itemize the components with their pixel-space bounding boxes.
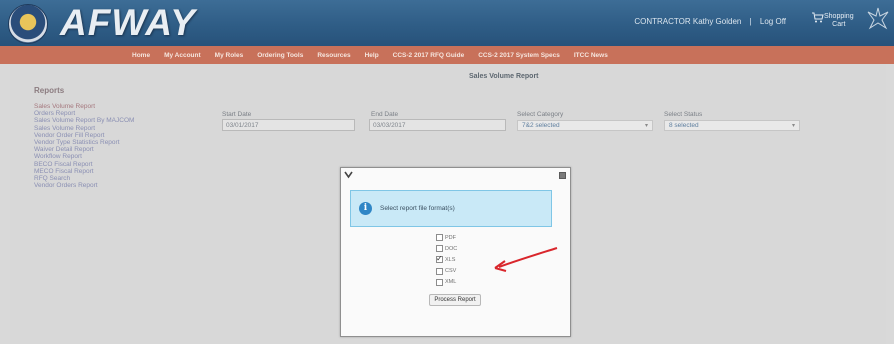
header-bar: AFWAY CONTRACTOR Kathy Golden | Log Off … (0, 0, 894, 46)
nav-item-resources[interactable]: Resources (317, 52, 350, 59)
cart-label-line1: Shopping (824, 13, 854, 20)
format-label-xls: XLS (445, 256, 456, 263)
category-select[interactable]: 7&2 selected ▾ (517, 120, 653, 131)
format-option-pdf[interactable]: PDF (436, 232, 457, 243)
chevron-down-icon: ▾ (791, 123, 795, 129)
cart-label-line2: Cart (832, 21, 846, 28)
nav-items: Home My Account My Roles Ordering Tools … (132, 46, 622, 64)
report-link-vendor-orders[interactable]: Vendor Orders Report (34, 182, 134, 189)
category-value: 7&2 selected (522, 122, 560, 129)
format-option-doc[interactable]: DOC (436, 243, 457, 254)
report-list: Sales Volume Report Orders Report Sales … (34, 103, 134, 189)
nav-item-system-specs[interactable]: CCS-2 2017 System Specs (478, 52, 560, 59)
format-label-pdf: PDF (445, 234, 456, 241)
chevron-down-icon[interactable] (344, 170, 353, 179)
nav-item-rfq-guide[interactable]: CCS-2 2017 RFQ Guide (393, 52, 465, 59)
category-label: Select Category (517, 111, 564, 118)
report-link-workflow[interactable]: Workflow Report (34, 153, 134, 160)
report-link-sales-volume-majcom[interactable]: Sales Volume Report By MAJCOM (34, 117, 134, 124)
report-link-waiver-detail[interactable]: Waiver Detail Report (34, 146, 134, 153)
nav-item-help[interactable]: Help (365, 52, 379, 59)
checkbox-csv[interactable] (436, 267, 443, 275)
page-title: Sales Volume Report (469, 73, 539, 80)
format-option-xml[interactable]: XML (436, 277, 457, 288)
user-area: CONTRACTOR Kathy Golden | Log Off (634, 17, 786, 26)
chevron-down-icon: ▾ (644, 123, 648, 129)
info-icon: i (359, 202, 372, 215)
checkbox-doc[interactable] (436, 245, 443, 253)
separator: | (749, 17, 752, 26)
reports-heading: Reports (34, 86, 65, 95)
nav-item-my-account[interactable]: My Account (164, 52, 201, 59)
arrow-annotation-icon (494, 247, 558, 272)
format-label-xml: XML (445, 279, 457, 286)
nav-item-home[interactable]: Home (132, 52, 150, 59)
format-option-csv[interactable]: CSV (436, 266, 457, 277)
close-icon[interactable] (559, 172, 566, 179)
status-value: 8 selected (669, 122, 699, 129)
shopping-cart-icon (812, 12, 824, 23)
info-message: Select report file format(s) (380, 205, 455, 212)
checkbox-xml[interactable] (436, 278, 443, 286)
report-link-sales-volume-2[interactable]: Sales Volume Report (34, 125, 134, 132)
logoff-link[interactable]: Log Off (760, 17, 786, 26)
process-report-button[interactable]: Process Report (429, 294, 481, 306)
format-options: PDF DOC XLS CSV XML (436, 232, 457, 288)
report-link-rfq-search[interactable]: RFQ Search (34, 175, 134, 182)
report-link-sales-volume[interactable]: Sales Volume Report (34, 103, 134, 110)
report-link-vendor-order-fill[interactable]: Vendor Order Fill Report (34, 132, 134, 139)
report-link-vendor-type-stats[interactable]: Vendor Type Statistics Report (34, 139, 134, 146)
wings-logo-icon (867, 7, 889, 30)
checkbox-pdf[interactable] (436, 234, 443, 242)
seal-logo-icon[interactable] (8, 4, 48, 44)
format-label-doc: DOC (445, 245, 458, 252)
status-label: Select Status (664, 111, 703, 118)
info-message-box: i Select report file format(s) (350, 190, 552, 227)
status-select[interactable]: 8 selected ▾ (664, 120, 800, 131)
report-link-meco-fiscal[interactable]: MECO Fiscal Report (34, 168, 134, 175)
format-label-csv: CSV (445, 268, 457, 275)
main-nav: Home My Account My Roles Ordering Tools … (0, 46, 894, 64)
end-date-label: End Date (371, 111, 399, 118)
report-link-beco-fiscal[interactable]: BECO Fiscal Report (34, 161, 134, 168)
checkbox-xls[interactable] (436, 254, 443, 264)
user-label: CONTRACTOR Kathy Golden (634, 17, 742, 26)
format-option-xls[interactable]: XLS (436, 254, 457, 265)
start-date-field[interactable]: 03/01/2017 (222, 119, 355, 131)
nav-item-my-roles[interactable]: My Roles (215, 52, 244, 59)
nav-item-itcc-news[interactable]: ITCC News (574, 52, 608, 59)
start-date-label: Start Date (222, 111, 252, 118)
report-link-orders[interactable]: Orders Report (34, 110, 134, 117)
shopping-cart-label: Shopping Cart (824, 13, 854, 29)
nav-item-ordering-tools[interactable]: Ordering Tools (257, 52, 303, 59)
brand-logo[interactable]: AFWAY (60, 2, 196, 44)
shopping-cart-button[interactable]: Shopping Cart (812, 10, 862, 38)
end-date-field[interactable]: 03/03/2017 (369, 119, 506, 131)
